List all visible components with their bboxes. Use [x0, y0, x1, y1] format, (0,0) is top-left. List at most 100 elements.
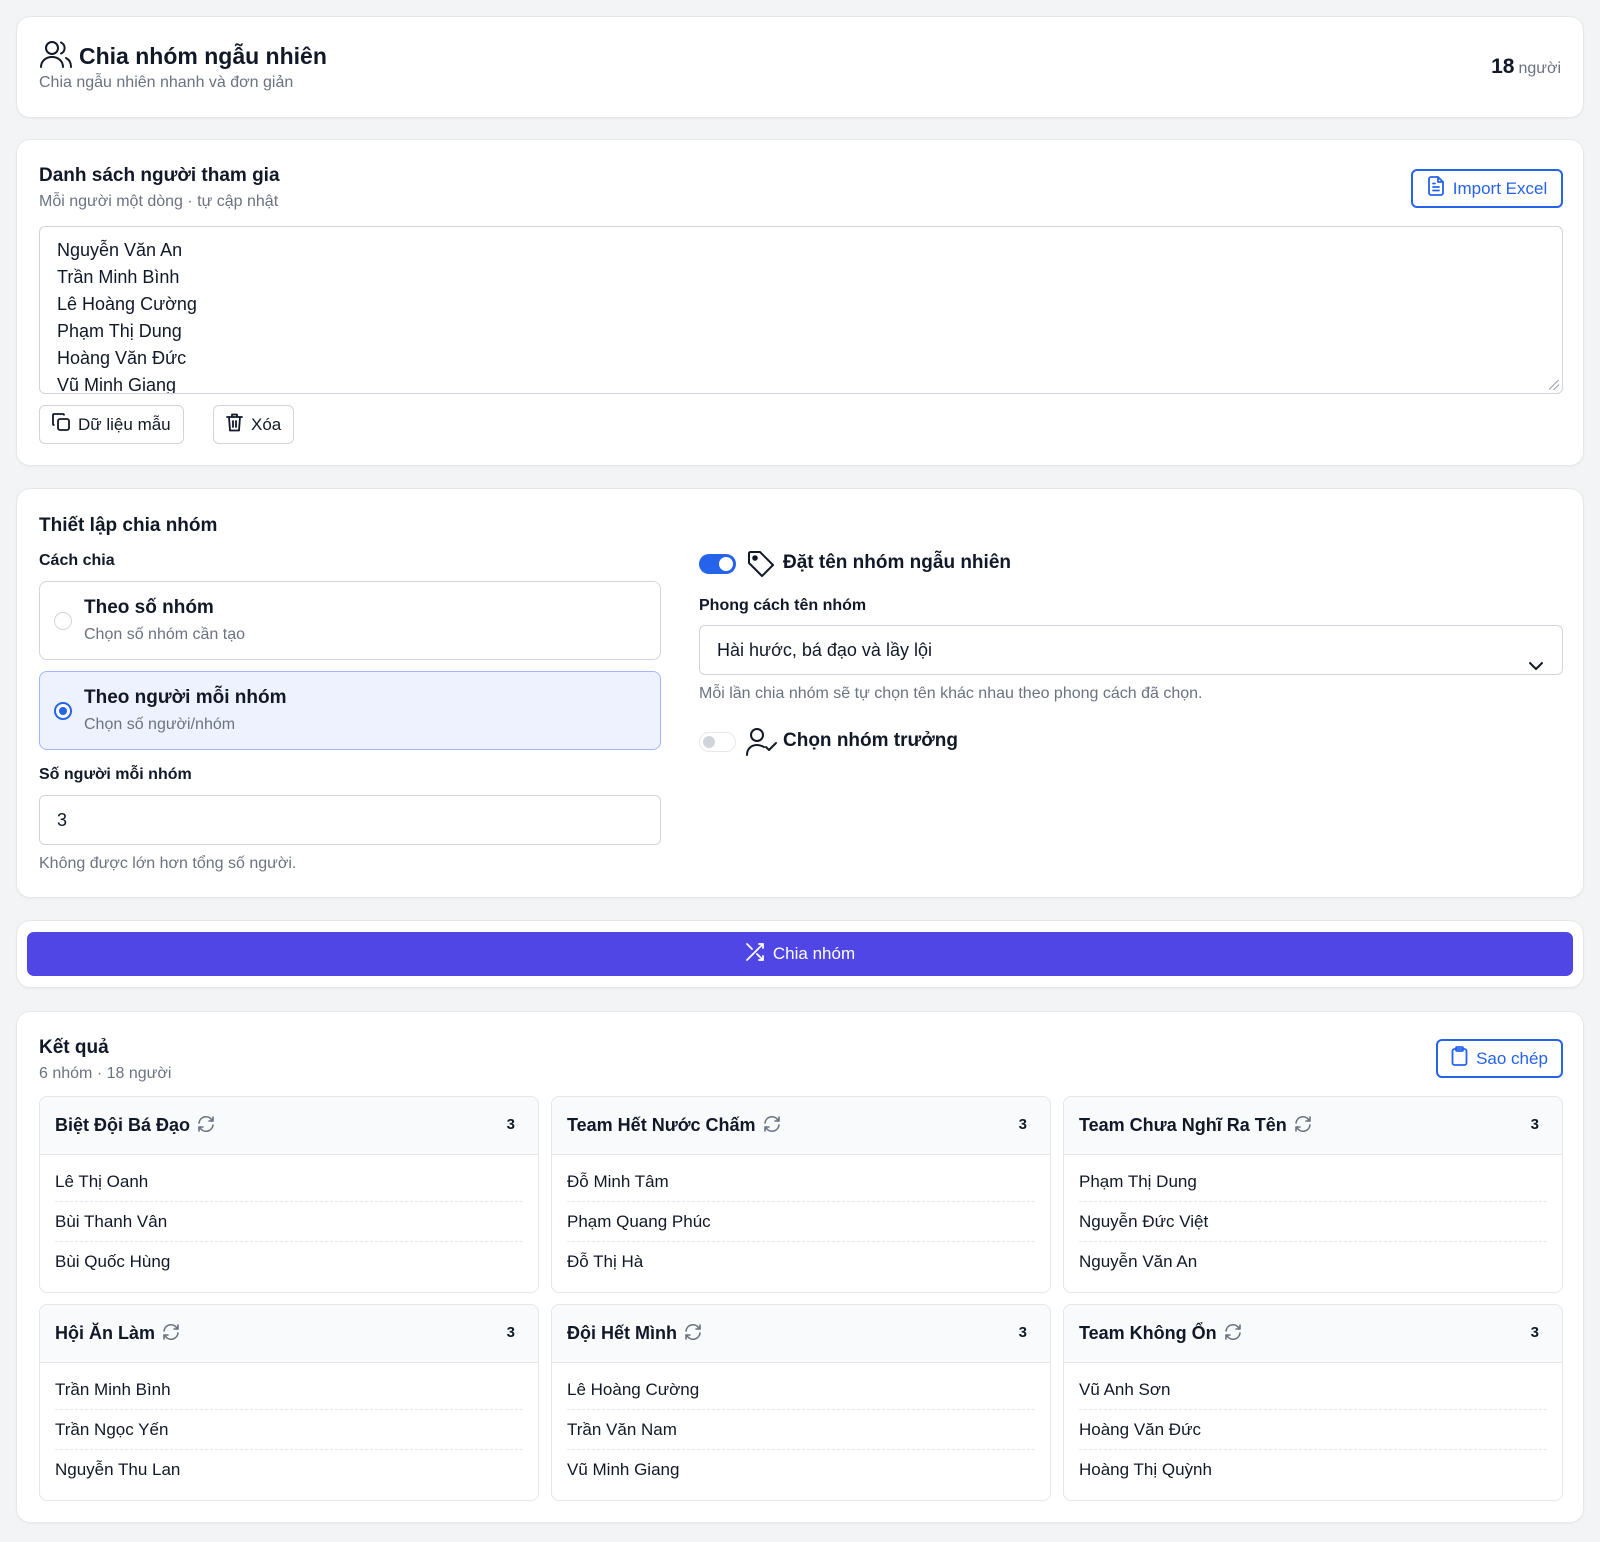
tag-icon — [746, 549, 776, 584]
copy-icon — [52, 413, 70, 436]
group-name: Team Chưa Nghĩ Ra Tên — [1079, 1115, 1313, 1136]
option-by-group-count[interactable]: Theo số nhóm Chọn số nhóm cần tạo — [39, 581, 661, 660]
member-item: Lê Thị Oanh — [55, 1162, 523, 1202]
participant-line: Nguyễn Văn An — [57, 240, 183, 260]
radio-button[interactable] — [54, 612, 72, 630]
split-button[interactable]: Chia nhóm — [27, 932, 1573, 976]
trash-icon — [226, 413, 243, 437]
member-list: Vũ Anh Sơn Hoàng Văn Đức Hoàng Thị Quỳnh — [1064, 1363, 1562, 1490]
random-name-label: Đặt tên nhóm ngẫu nhiên — [783, 552, 1011, 573]
participants-subtitle: Mỗi người một dòng · tự cập nhật — [39, 193, 279, 210]
group-count-badge: 3 — [506, 1324, 515, 1341]
import-excel-button[interactable]: Import Excel — [1411, 169, 1563, 208]
refresh-icon[interactable] — [1293, 1115, 1313, 1133]
split-button-label: Chia nhóm — [772, 944, 856, 963]
app-header: Chia nhóm ngẫu nhiên Chia ngẫu nhiên nha… — [16, 16, 1584, 118]
group-header: Hội Ăn Làm 3 — [40, 1305, 538, 1363]
member-item: Nguyễn Văn An — [1079, 1252, 1198, 1271]
group-card: Team Không Ổn 3 Vũ Anh Sơn Hoàng Văn Đức Hoà… — [1063, 1304, 1563, 1501]
per-group-input[interactable]: 3 — [39, 795, 661, 845]
group-count-badge: 3 — [506, 1116, 515, 1133]
participant-line: Trần Minh Bình — [57, 267, 180, 287]
group-name-text: Team Chưa Nghĩ Ra Tên — [1079, 1115, 1287, 1135]
group-name-text: Team Không Ổn — [1079, 1323, 1217, 1343]
refresh-icon[interactable] — [1223, 1323, 1243, 1341]
member-item: Phạm Quang Phúc — [567, 1202, 1035, 1242]
participant-line: Hoàng Văn Đức — [57, 348, 187, 368]
member-item: Bùi Quốc Hùng — [55, 1252, 171, 1271]
member-item: Hoàng Văn Đức — [1079, 1410, 1547, 1450]
group-name: Đội Hết Mình — [567, 1323, 703, 1344]
leader-label: Chọn nhóm trưởng — [783, 730, 959, 751]
radio-button-selected[interactable] — [54, 702, 72, 720]
refresh-icon[interactable] — [683, 1323, 703, 1341]
sample-data-label: Dữ liệu mẫu — [78, 414, 171, 434]
style-select[interactable]: Hài hước, bá đạo và lầy lội — [699, 625, 1563, 675]
group-card: Team Hết Nước Chấm 3 Đỗ Minh Tâm Phạm Quang… — [551, 1096, 1051, 1293]
member-item: Nguyễn Thu Lan — [55, 1460, 181, 1479]
member-item: Vũ Minh Giang — [567, 1460, 680, 1479]
refresh-icon[interactable] — [762, 1115, 782, 1133]
member-list: Lê Thị Oanh Bùi Thanh Vân Bùi Quốc Hùng — [40, 1155, 538, 1282]
group-header: Đội Hết Mình 3 — [552, 1305, 1050, 1363]
participants-textarea[interactable]: Nguyễn Văn An Trần Minh Bình Lê Hoàng Cư… — [39, 226, 1563, 394]
group-name: Hội Ăn Làm — [55, 1323, 181, 1344]
option-subtitle: Chọn số người/nhóm — [84, 716, 236, 733]
member-item: Trần Minh Bình — [55, 1370, 523, 1410]
style-hint: Mỗi lần chia nhóm sẽ tự chọn tên khác nh… — [699, 685, 1203, 702]
group-name-text: Team Hết Nước Chấm — [567, 1115, 756, 1135]
group-card: Đội Hết Mình 3 Lê Hoàng Cường Trần Văn Nam V… — [551, 1304, 1051, 1501]
group-name: Team Hết Nước Chấm — [567, 1115, 782, 1136]
group-name-text: Hội Ăn Làm — [55, 1323, 156, 1343]
participants-title: Danh sách người tham gia — [39, 165, 280, 186]
app-title-row: Chia nhóm ngẫu nhiên — [39, 39, 327, 74]
app-title: Chia nhóm ngẫu nhiên — [79, 43, 327, 69]
leader-toggle[interactable] — [699, 732, 736, 752]
option-title: Theo người mỗi nhóm — [84, 687, 287, 708]
member-item: Đỗ Thị Hà — [567, 1252, 644, 1271]
method-label: Cách chia — [39, 552, 115, 569]
member-list: Lê Hoàng Cường Trần Văn Nam Vũ Minh Giang — [552, 1363, 1050, 1490]
import-excel-label: Import Excel — [1452, 178, 1548, 198]
group-card: Team Chưa Nghĩ Ra Tên 3 Phạm Thị Dung Nguyễ… — [1063, 1096, 1563, 1293]
member-item: Đỗ Minh Tâm — [567, 1162, 1035, 1202]
people-count-unit: người — [1518, 60, 1561, 77]
results-summary: 6 nhóm · 18 người — [39, 1065, 172, 1082]
per-group-hint: Không được lớn hơn tổng số người. — [39, 855, 297, 872]
participant-line: Phạm Thị Dung — [57, 321, 182, 341]
group-count-badge: 3 — [1530, 1324, 1539, 1341]
group-count-badge: 3 — [1018, 1116, 1027, 1133]
user-check-icon — [745, 727, 779, 762]
member-item: Vũ Anh Sơn — [1079, 1370, 1547, 1410]
users-icon — [39, 39, 73, 74]
member-list: Đỗ Minh Tâm Phạm Quang Phúc Đỗ Thị Hà — [552, 1155, 1050, 1282]
split-action-bar: Chia nhóm — [16, 920, 1584, 988]
option-title: Theo số nhóm — [84, 597, 214, 618]
clear-button[interactable]: Xóa — [213, 405, 295, 444]
group-name-text: Biệt Đội Bá Đạo — [55, 1115, 191, 1135]
group-header: Biệt Đội Bá Đạo 3 — [40, 1097, 538, 1155]
random-name-toggle[interactable] — [699, 554, 736, 574]
style-label: Phong cách tên nhóm — [699, 597, 867, 614]
member-list: Phạm Thị Dung Nguyễn Đức Việt Nguyễn Văn A… — [1064, 1155, 1562, 1282]
clipboard-icon — [1451, 1046, 1468, 1071]
participant-line: Vũ Minh Giang — [57, 375, 177, 394]
group-header: Team Chưa Nghĩ Ra Tên 3 — [1064, 1097, 1562, 1155]
group-name: Team Không Ổn — [1079, 1323, 1243, 1344]
resize-handle[interactable] — [1549, 380, 1559, 390]
copy-results-button[interactable]: Sao chép — [1436, 1039, 1563, 1078]
results-panel: Kết quả 6 nhóm · 18 người Sao chép Biệt … — [16, 1011, 1584, 1523]
settings-title: Thiết lập chia nhóm — [39, 515, 218, 536]
group-name: Biệt Đội Bá Đạo — [55, 1115, 216, 1136]
group-header: Team Không Ổn 3 — [1064, 1305, 1562, 1363]
app-subtitle: Chia ngẫu nhiên nhanh và đơn giản — [39, 74, 294, 91]
sample-data-button[interactable]: Dữ liệu mẫu — [39, 405, 184, 444]
group-count-badge: 3 — [1530, 1116, 1539, 1133]
refresh-icon[interactable] — [196, 1115, 216, 1133]
option-by-people-per-group[interactable]: Theo người mỗi nhóm Chọn số người/nhóm — [39, 671, 661, 750]
refresh-icon[interactable] — [161, 1323, 181, 1341]
clear-label: Xóa — [251, 414, 282, 434]
group-count-badge: 3 — [1018, 1324, 1027, 1341]
member-list: Trần Minh Bình Trần Ngọc Yến Nguyễn Thu La… — [40, 1363, 538, 1490]
member-item: Bùi Thanh Vân — [55, 1202, 523, 1242]
